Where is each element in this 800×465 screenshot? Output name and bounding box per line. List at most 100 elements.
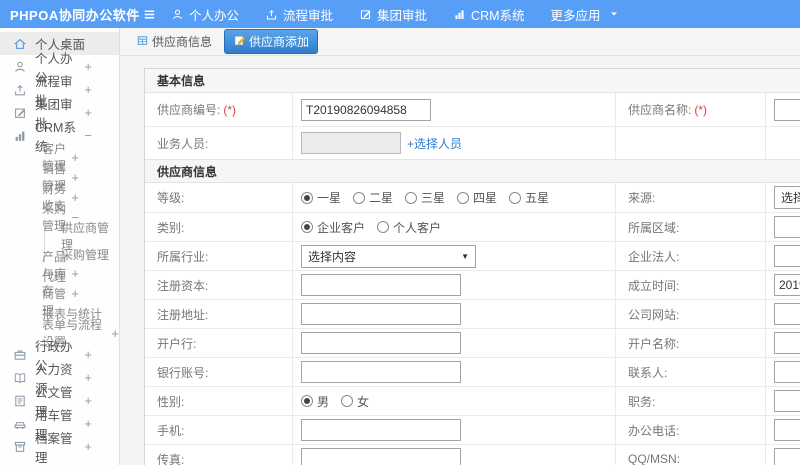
table-icon xyxy=(136,34,149,50)
form-row: 注册地址: 公司网站: xyxy=(145,299,800,328)
expand-icon[interactable]: + xyxy=(84,370,92,385)
doc-icon xyxy=(13,394,27,408)
established-date-input[interactable] xyxy=(774,274,800,296)
tab-supplier-add[interactable]: 供应商添加 xyxy=(224,29,319,54)
flow-icon xyxy=(265,8,278,21)
app-logo: PHPOA协同办公软件 xyxy=(10,7,140,23)
radio-male[interactable]: 男 xyxy=(301,393,329,410)
supplier-code-input[interactable] xyxy=(301,98,431,121)
section-title-basic-info: 基本信息 xyxy=(145,69,800,93)
mobile-input[interactable] xyxy=(301,419,461,441)
registered-address-label: 注册地址: xyxy=(157,307,209,322)
expand-icon[interactable]: + xyxy=(111,326,119,341)
expand-icon[interactable]: + xyxy=(84,105,92,120)
form-scroll-area: 基本信息 供应商编号:(*) 供应商名称:(*) 业务人员: +选择人员 xyxy=(120,56,800,465)
contact-input[interactable] xyxy=(774,361,800,383)
nav-item-label: CRM系统 xyxy=(471,8,525,23)
radio-enterprise-customer[interactable]: 企业客户 xyxy=(301,219,365,236)
nav-item-label: 集团审批 xyxy=(377,8,428,23)
expand-icon[interactable]: + xyxy=(71,150,79,165)
radio-icon xyxy=(301,395,313,407)
nav-group-approval[interactable]: 集团审批 xyxy=(359,5,427,24)
category-label: 类别: xyxy=(157,220,185,235)
registered-address-input[interactable] xyxy=(301,303,461,325)
legal-person-label: 企业法人: xyxy=(615,242,765,270)
bank-account-input[interactable] xyxy=(301,361,461,383)
radio-level-1star[interactable]: 一星 xyxy=(301,189,341,206)
source-select[interactable]: 选择内容▼ xyxy=(774,186,800,209)
registered-capital-input[interactable] xyxy=(301,274,461,296)
industry-select[interactable]: 选择内容 ▼ xyxy=(301,244,476,268)
account-name-label: 开户名称: xyxy=(615,329,765,357)
nav-workflow-approval[interactable]: 流程审批 xyxy=(265,5,333,24)
expand-icon[interactable]: + xyxy=(84,416,92,431)
sidebar-item-archive-mgmt[interactable]: 档案管理 + xyxy=(0,432,119,465)
expand-icon[interactable]: + xyxy=(71,190,79,205)
radio-icon xyxy=(301,221,313,233)
company-website-input[interactable] xyxy=(774,303,800,325)
radio-female[interactable]: 女 xyxy=(341,393,369,410)
form-row: 银行账号: 联系人: xyxy=(145,357,800,386)
expand-icon[interactable]: + xyxy=(84,347,92,362)
business-person-label: 业务人员: xyxy=(157,136,209,151)
fax-label: 传真: xyxy=(157,452,185,465)
bank-label: 开户行: xyxy=(157,336,197,351)
legal-person-input[interactable] xyxy=(774,245,800,267)
fax-input[interactable] xyxy=(301,448,461,465)
form-row: 性别: 男 女 职务: xyxy=(145,386,800,415)
tab-bar: 供应商信息 供应商添加 xyxy=(120,28,800,56)
radio-level-4star[interactable]: 四星 xyxy=(457,189,497,206)
qq-msn-label: QQ/MSN: xyxy=(615,445,765,465)
sidebar: 个人桌面 个人办公 + 流程审批 + 集团审批 + CRM系统 − 客户管理 +… xyxy=(0,28,120,465)
radio-label: 男 xyxy=(317,394,330,409)
category-radio-group: 企业客户 个人客户 xyxy=(292,213,615,241)
gender-radio-group: 男 女 xyxy=(292,387,615,415)
radio-icon xyxy=(353,191,366,204)
expand-icon[interactable]: + xyxy=(84,393,92,408)
expand-icon[interactable]: + xyxy=(71,170,79,185)
empty-field-cell xyxy=(765,127,800,159)
position-input[interactable] xyxy=(774,390,800,412)
select-person-link[interactable]: +选择人员 xyxy=(407,135,462,152)
supplier-name-input[interactable] xyxy=(774,98,800,121)
briefcase-icon xyxy=(13,348,27,362)
required-marker: (*) xyxy=(223,103,237,117)
form-row: 所属行业: 选择内容 ▼ 企业法人: xyxy=(145,241,800,270)
radio-level-5star[interactable]: 五星 xyxy=(509,189,549,206)
office-phone-input[interactable] xyxy=(774,419,800,441)
select-value: 选择内容 xyxy=(308,249,357,264)
level-radio-group: 一星 二星 三星 四星 五星 xyxy=(292,183,615,212)
hamburger-menu-icon[interactable] xyxy=(142,7,157,22)
expand-icon[interactable]: + xyxy=(84,439,92,454)
radio-label: 个人客户 xyxy=(393,220,442,235)
nav-crm-system[interactable]: CRM系统 xyxy=(453,5,525,24)
caret-down-icon: ▼ xyxy=(461,251,469,261)
radio-personal-customer[interactable]: 个人客户 xyxy=(377,219,441,236)
car-icon xyxy=(13,417,27,431)
nav-more-apps[interactable]: 更多应用 xyxy=(551,5,620,24)
office-phone-label: 办公电话: xyxy=(615,416,765,444)
form-row: 业务人员: +选择人员 xyxy=(145,126,800,159)
radio-level-2star[interactable]: 二星 xyxy=(353,189,393,206)
level-label: 等级: xyxy=(157,191,185,205)
tab-supplier-info[interactable]: 供应商信息 xyxy=(132,30,216,53)
industry-label: 所属行业: xyxy=(157,249,209,264)
qq-msn-input[interactable] xyxy=(774,448,800,465)
region-input[interactable] xyxy=(774,216,800,238)
bank-input[interactable] xyxy=(301,332,461,354)
expand-icon[interactable]: + xyxy=(84,59,92,74)
empty-label-cell xyxy=(615,127,765,159)
radio-icon xyxy=(509,191,522,204)
account-name-input[interactable] xyxy=(774,332,800,354)
caret-down-icon xyxy=(608,8,620,20)
nav-personal-office[interactable]: 个人办公 xyxy=(171,5,239,24)
expand-icon[interactable]: + xyxy=(71,286,79,301)
radio-label: 三星 xyxy=(421,191,446,205)
supplier-code-label: 供应商编号: (*) xyxy=(157,103,237,117)
sidebar-item-agent-mgmt[interactable]: 代理商管理 + xyxy=(0,270,119,318)
form-row: 注册资本: 成立时间: xyxy=(145,270,800,299)
radio-level-3star[interactable]: 三星 xyxy=(405,189,445,206)
collapse-icon[interactable]: − xyxy=(84,128,92,143)
expand-icon[interactable]: + xyxy=(71,266,79,281)
expand-icon[interactable]: + xyxy=(84,82,92,97)
